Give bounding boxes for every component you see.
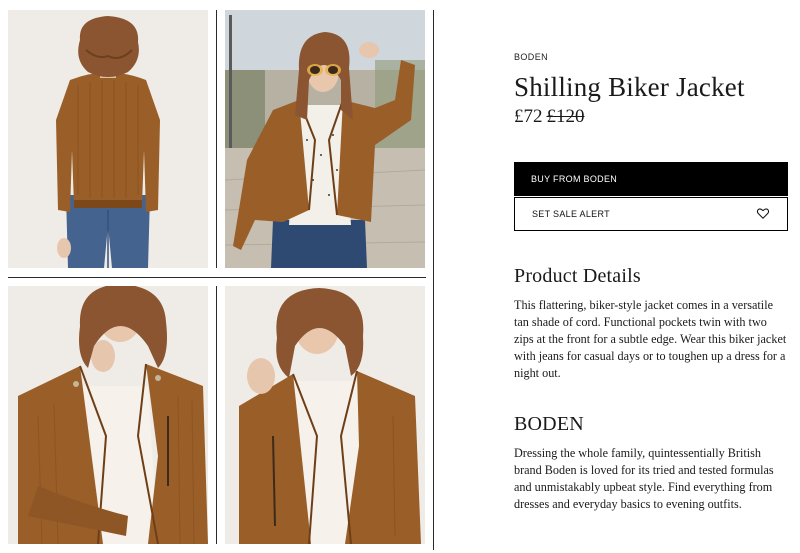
brand-heading: BODEN: [514, 413, 584, 435]
product-image-back-view[interactable]: [8, 10, 208, 268]
gallery-divider-vertical-top: [216, 10, 217, 268]
brand-description-text: Dressing the whole family, quintessentia…: [514, 446, 774, 511]
product-gallery: [0, 0, 434, 553]
product-details-heading: Product Details: [514, 265, 641, 287]
buy-from-boden-button[interactable]: BUY FROM BODEN: [514, 162, 788, 196]
original-price: £120: [546, 106, 585, 127]
set-sale-alert-button[interactable]: SET SALE ALERT: [514, 197, 788, 231]
sale-alert-label: SET SALE ALERT: [532, 209, 610, 219]
product-details-text: This flattering, biker-style jacket come…: [514, 298, 787, 380]
sale-price: £72: [514, 106, 543, 127]
gallery-divider-vertical-bottom: [216, 286, 217, 544]
brand-label: BODEN: [514, 52, 549, 62]
heart-icon: [756, 206, 770, 222]
column-divider: [433, 10, 434, 550]
product-title: Shilling Biker Jacket: [514, 72, 745, 102]
product-image-detail-view[interactable]: [8, 286, 208, 544]
buy-button-label: BUY FROM BODEN: [531, 174, 618, 184]
price: £72 £120: [514, 106, 585, 128]
product-image-closeup-view[interactable]: [225, 286, 425, 544]
product-image-street-view[interactable]: [225, 10, 425, 268]
gallery-divider-horizontal: [8, 277, 426, 278]
